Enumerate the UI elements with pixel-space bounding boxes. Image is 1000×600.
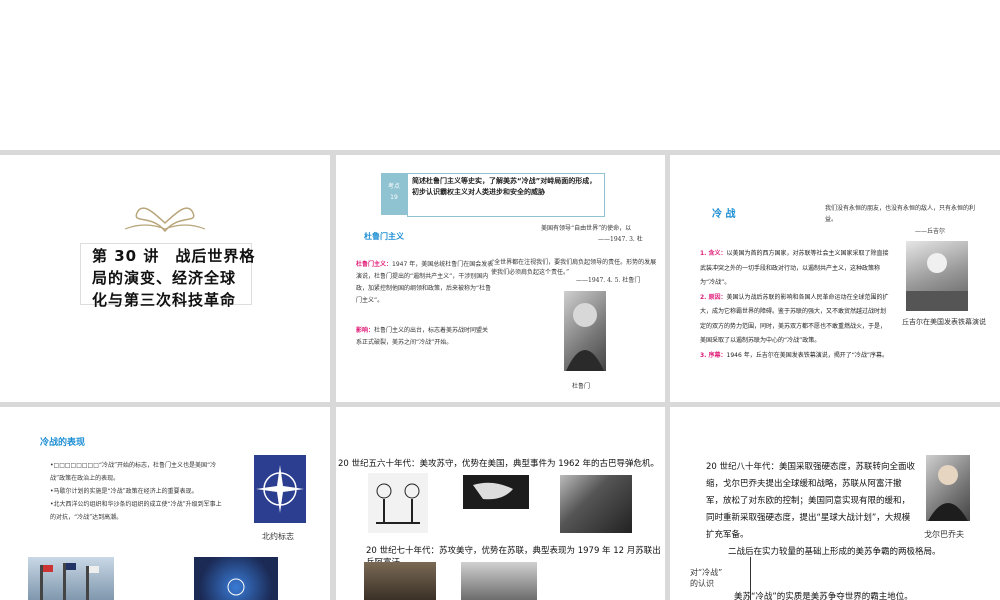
understanding-point: 美苏“冷战”的实质是美苏争夺世界的霸主地位。 — [734, 592, 913, 600]
slide-thumbnail-2[interactable]: 考点 19 简述杜鲁门主义等史实，了解美苏“冷战”对峙局面的形成，初步认识霸权主… — [336, 155, 665, 402]
prelude-label: 3. 序幕： — [700, 351, 727, 359]
cartoon-icon — [376, 483, 420, 524]
list-item: •马歇尔计划的实施是“冷战”政策在经济上的重要表现。 — [50, 488, 198, 495]
portrait-icon — [928, 465, 968, 521]
aerial-photo — [560, 475, 632, 533]
badge-label: 考点 — [387, 183, 400, 190]
slide-thumbnail-4[interactable]: 冷战的表现 •□□□□□□□□“冷战”开始的标志，杜鲁门主义也是美国“冷战”政策… — [0, 407, 330, 600]
topic-badge: 考点 19 — [381, 173, 407, 215]
cause-text: 美国认为战后苏联的影响和各国人民革命运动在全球范围的扩大，成为它称霸世界的障碍。… — [700, 293, 889, 345]
slide-thumbnail-3[interactable]: 冷 战 我们没有永恒的朋友，也没有永恒的敌人，只有永恒的利益。 ——丘吉尔 1.… — [670, 155, 1000, 402]
period-80s: 20 世纪八十年代：美国采取强硬态度，苏联转向全面收缩，戈尔巴乔夫提出全球缓和战… — [706, 462, 916, 540]
photo-caption: 戈尔巴乔夫 — [924, 530, 964, 539]
header-box: 简述杜鲁门主义等史实，了解美苏“冷战”对峙局面的形成，初步认识霸权主义对人类进步… — [407, 173, 605, 217]
side-label-line: 对“冷战” — [690, 568, 723, 577]
prelude-text: 1946 年，丘吉尔在美国发表铁幕演说，揭开了“冷战”序幕。 — [726, 351, 888, 359]
slide-title: 冷战的表现 — [40, 438, 86, 448]
cold-war-content: 1. 含义：以美国为首的西方国家，对苏联等社会主义国家采取了除直接武装冲突之外的… — [700, 247, 890, 363]
quote-source: ——1947. 4. 5. 杜鲁门 — [576, 277, 641, 284]
quote-source: ——1947. 3. 杜 — [598, 236, 643, 243]
photo-caption: 杜鲁门 — [572, 383, 591, 390]
quote-text: 我们没有永恒的朋友，也没有永恒的敌人，只有永恒的利益。 — [825, 205, 976, 223]
summit-logo-icon — [227, 578, 245, 596]
title-line: 第 30 讲 战后世界格 — [92, 247, 256, 265]
ornament-icon — [124, 207, 206, 233]
speech-photo-icon — [906, 253, 968, 311]
section-title: 杜鲁门主义 — [364, 232, 404, 241]
gorbachev-photo — [926, 455, 970, 521]
nato-compass-icon — [256, 465, 304, 513]
lecture-title: 第 30 讲 战后世界格 局的演变、经济全球 化与第三次科技革命 — [92, 245, 262, 311]
tanks-photo — [461, 562, 537, 600]
flags-photo — [28, 557, 114, 600]
understanding-point: 二战后在实力较量的基础上形成的美苏争霸的两极格局。 — [728, 547, 941, 557]
quote-text: 美国有领导“自由世界”的使命，以 — [541, 225, 632, 232]
cause-paragraph: 2. 原因：美国认为战后苏联的影响和各国人民革命运动在全球范围的扩大，成为它称霸… — [700, 291, 890, 349]
nato-logo — [254, 455, 306, 523]
period-50s-60s: 20 世纪五六十年代：美攻苏守，优势在美国，典型事件为 1962 年的古巴导弹危… — [338, 459, 660, 469]
title-line: 化与第三次科技革命 — [92, 291, 237, 309]
flags-icon — [40, 563, 99, 600]
slide-thumbnail-6[interactable]: 20 世纪八十年代：美国采取强硬态度，苏联转向全面收缩，戈尔巴乔夫提出全球缓和战… — [670, 407, 1000, 600]
doctrine-paragraph: 杜鲁门主义：1947 年，美国总统杜鲁门在国会发表演说，杜鲁门提出的“遏制共产主… — [356, 259, 494, 307]
slide-thumbnail-5[interactable]: 20 世纪五六十年代：美攻苏守，优势在美国，典型事件为 1962 年的古巴导弹危… — [336, 407, 665, 600]
list-item: •□□□□□□□□“冷战”开始的标志，杜鲁门主义也是美国“冷战”政策在政治上的表… — [50, 462, 217, 482]
summit-photo — [194, 557, 278, 600]
slide-thumbnail-1[interactable]: 第 30 讲 战后世界格 局的演变、经济全球 化与第三次科技革命 — [0, 155, 330, 402]
truman-photo — [564, 291, 606, 371]
prelude-paragraph: 3. 序幕：1946 年，丘吉尔在美国发表铁幕演说，揭开了“冷战”序幕。 — [700, 349, 890, 364]
missile-map-image — [463, 475, 529, 509]
cause-label: 2. 原因： — [700, 293, 727, 301]
quote-source: ——丘吉尔 — [915, 228, 946, 235]
side-label: 对“冷战” 的认识 — [690, 567, 722, 589]
doctrine-label: 杜鲁门主义： — [356, 261, 393, 268]
title-line: 局的演变、经济全球 — [92, 269, 237, 287]
impact-paragraph: 影响：杜鲁门主义的出台，标志着美苏战时同盟关系正式破裂，美苏之间“冷战”开始。 — [356, 325, 494, 349]
impact-text: 杜鲁门主义的出台，标志着美苏战时同盟关系正式破裂，美苏之间“冷战”开始。 — [356, 327, 489, 346]
definition-label: 1. 含义： — [700, 250, 727, 257]
badge-number: 19 — [390, 194, 398, 201]
portrait-icon — [566, 303, 604, 371]
manifestation-list: •□□□□□□□□“冷战”开始的标志，杜鲁门主义也是美国“冷战”政策在政治上的表… — [50, 459, 225, 524]
side-label-line: 的认识 — [690, 579, 714, 588]
map-icon — [473, 482, 513, 500]
definition-text: 以美国为首的西方国家，对苏联等社会主义国家采取了除直接武装冲突之外的一切手段和政… — [700, 250, 889, 286]
header-text: 简述杜鲁门主义等史实，了解美苏“冷战”对峙局面的形成，初步认识霸权主义对人类进步… — [412, 177, 597, 196]
list-item: •北大西洋公约组织和华沙条约组织的成立使“冷战”升级到军事上的对抗，“冷战”达到… — [50, 501, 222, 521]
photo-caption: 北约标志 — [262, 532, 294, 541]
definition-paragraph: 1. 含义：以美国为首的西方国家，对苏联等社会主义国家采取了除直接武装冲突之外的… — [700, 247, 890, 291]
impact-label: 影响： — [356, 327, 375, 334]
photo-caption: 丘吉尔在美国发表铁幕演说 — [902, 318, 986, 326]
soldiers-photo — [364, 562, 436, 600]
top-empty-area — [0, 0, 1000, 150]
churchill-photo — [906, 241, 968, 311]
cartoon-image — [368, 473, 428, 533]
slide-title: 冷 战 — [712, 209, 736, 220]
